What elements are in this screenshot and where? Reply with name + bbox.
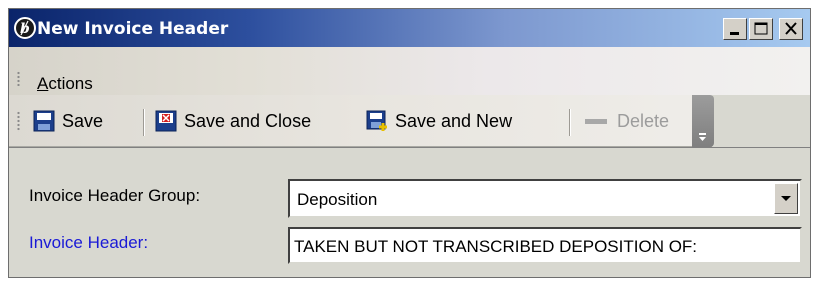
toolbar-grip[interactable] — [17, 111, 20, 132]
invoice-header-group-label: Invoice Header Group: — [29, 186, 201, 205]
invoice-header-label: Invoice Header: — [29, 233, 149, 252]
window-title: New Invoice Header — [37, 19, 229, 39]
floppy-disk-new-icon — [366, 110, 387, 131]
title-bar[interactable]: b New Invoice Header — [9, 9, 810, 47]
invoice-header-field[interactable]: TAKEN BUT NOT TRANSCRIBED DEPOSITION OF: — [288, 227, 802, 264]
close-button[interactable] — [779, 18, 803, 40]
delete-label: Delete — [617, 110, 670, 131]
chevron-down-icon — [781, 196, 791, 201]
maximize-button[interactable] — [749, 18, 773, 40]
save-and-new-button[interactable]: Save and New — [366, 95, 512, 147]
delete-dash-icon — [585, 119, 607, 124]
save-and-close-button[interactable]: Save and Close — [155, 95, 311, 147]
toolbar-separator — [569, 109, 571, 136]
toolbar: Save Save and Close Save and New Delete — [9, 95, 712, 147]
save-and-new-label: Save and New — [395, 110, 513, 131]
close-icon — [785, 22, 797, 35]
invoice-header-group-value: Deposition — [297, 190, 378, 209]
toolbar-separator — [143, 109, 145, 136]
delete-button[interactable]: Delete — [582, 95, 669, 147]
menu-bar: Actions — [9, 47, 810, 95]
invoice-header-value: TAKEN BUT NOT TRANSCRIBED DEPOSITION OF: — [294, 237, 698, 256]
invoice-header-window: b New Invoice Header Actions Save Save a… — [8, 8, 811, 278]
save-button[interactable]: Save — [33, 95, 103, 147]
form-panel: Invoice Header Group: Deposition Invoice… — [9, 147, 810, 277]
dropdown-button[interactable] — [774, 183, 798, 214]
invoice-header-group-select[interactable]: Deposition — [288, 179, 802, 218]
save-label: Save — [62, 110, 104, 131]
menu-item-actions[interactable]: Actions — [37, 74, 93, 94]
chevron-down-icon — [699, 133, 706, 141]
floppy-disk-close-icon — [155, 110, 177, 132]
minimize-button[interactable] — [723, 18, 747, 40]
maximize-icon — [754, 22, 768, 35]
minimize-icon — [730, 32, 739, 35]
save-and-close-label: Save and Close — [184, 110, 312, 131]
floppy-disk-icon — [33, 110, 55, 132]
app-logo-icon: b — [14, 17, 36, 39]
toolbar-overflow-button[interactable] — [692, 95, 714, 147]
menubar-grip[interactable] — [17, 71, 20, 86]
